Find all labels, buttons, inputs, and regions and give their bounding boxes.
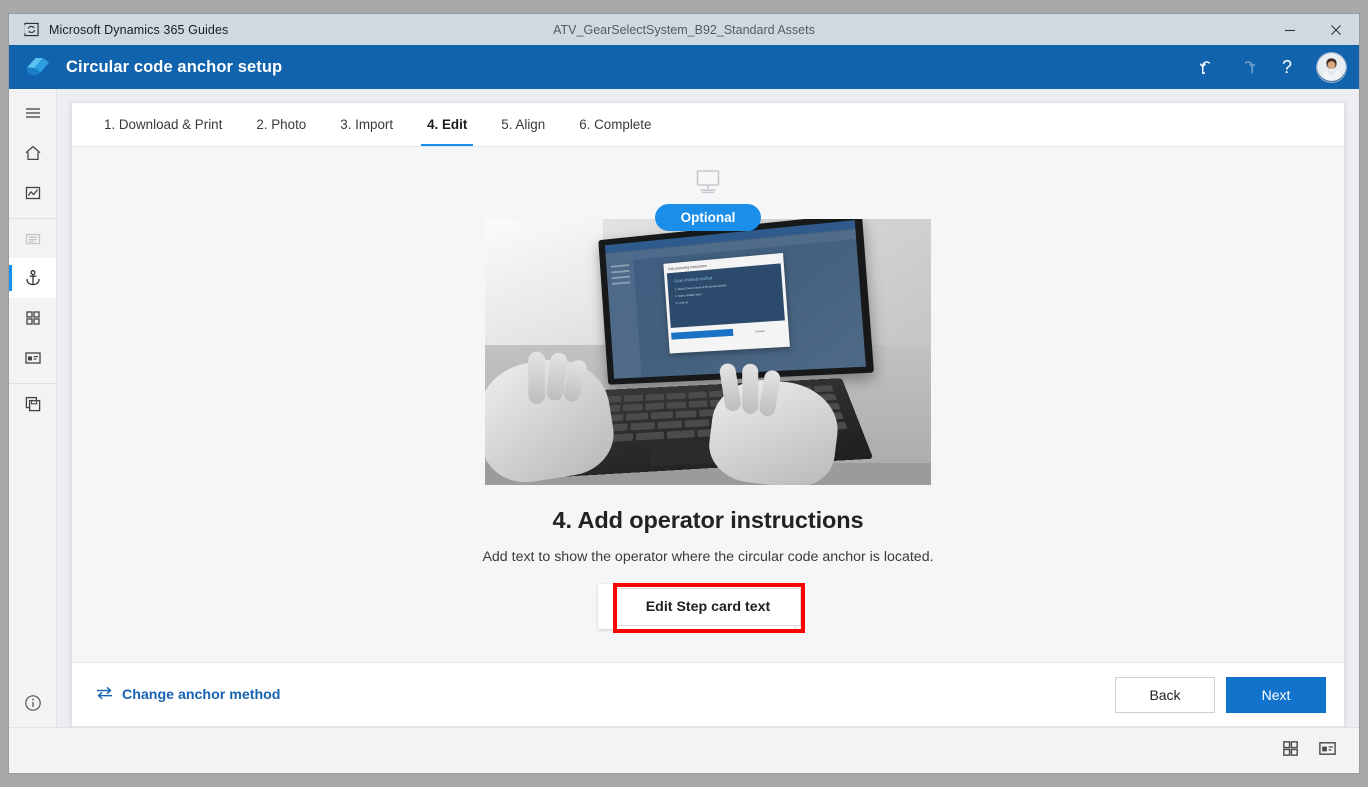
rail-spacer bbox=[9, 423, 56, 679]
tab-label: 1. Download & Print bbox=[104, 117, 223, 132]
edit-step-card-text-button[interactable]: Edit Step card text bbox=[614, 588, 802, 626]
change-anchor-method-link[interactable]: Change anchor method bbox=[96, 686, 280, 704]
setup-wizard-card: 1. Download & Print 2. Photo 3. Import 4… bbox=[71, 102, 1345, 727]
tab-label: 2. Photo bbox=[256, 117, 307, 132]
status-bar bbox=[9, 727, 1359, 773]
illustration-photo: Edit anchoring instructions Scan Printed… bbox=[485, 219, 931, 485]
mock-dialog-cancel-button: Cancel bbox=[754, 328, 765, 333]
tab-align[interactable]: 5. Align bbox=[491, 103, 555, 146]
mock-dialog-body: Scan Printed Anchor 1. Stand 2 feet in f… bbox=[666, 263, 785, 328]
tab-label: 4. Edit bbox=[427, 117, 468, 132]
wizard-footer: Change anchor method Back Next bbox=[72, 662, 1344, 726]
tab-label: 5. Align bbox=[501, 117, 546, 132]
close-button[interactable] bbox=[1313, 14, 1359, 45]
card-view-icon[interactable] bbox=[1318, 739, 1337, 763]
analytics-icon[interactable] bbox=[9, 173, 56, 213]
back-button[interactable]: Back bbox=[1115, 676, 1215, 713]
window-controls bbox=[1267, 14, 1359, 45]
help-icon[interactable]: ? bbox=[1268, 48, 1306, 86]
dynamics-guides-app-icon bbox=[23, 21, 40, 38]
tab-label: 6. Complete bbox=[579, 117, 652, 132]
mock-app-rail bbox=[606, 259, 642, 379]
cta-group: Edit Step card text bbox=[597, 583, 805, 633]
mock-dialog-actions: Cancel bbox=[671, 325, 786, 340]
mock-dialog: Edit anchoring instructions Scan Printed… bbox=[663, 252, 790, 354]
page-title: Circular code anchor setup bbox=[66, 57, 283, 76]
optional-badge-group: Optional bbox=[654, 169, 762, 231]
tab-label: 3. Import bbox=[340, 117, 394, 132]
content-area: 1. Download & Print 2. Photo 3. Import 4… bbox=[57, 89, 1359, 727]
undo-icon[interactable] bbox=[1188, 48, 1226, 86]
wizard-step-content: Optional Edit anchoring instructions Sca… bbox=[72, 147, 1344, 662]
anchor-icon[interactable] bbox=[9, 258, 56, 298]
status-bar-actions bbox=[1281, 739, 1337, 763]
next-button[interactable]: Next bbox=[1226, 676, 1326, 713]
info-icon[interactable] bbox=[9, 679, 56, 727]
media-card-icon[interactable] bbox=[9, 338, 56, 378]
wizard-tabs: 1. Download & Print 2. Photo 3. Import 4… bbox=[72, 103, 1344, 147]
laptop-screen: Edit anchoring instructions Scan Printed… bbox=[598, 219, 875, 385]
hamburger-menu-icon[interactable] bbox=[9, 93, 56, 133]
redo-icon bbox=[1228, 48, 1266, 86]
tab-photo[interactable]: 2. Photo bbox=[246, 103, 316, 146]
user-avatar[interactable] bbox=[1316, 51, 1347, 83]
app-header-bar: Circular code anchor setup ? bbox=[9, 45, 1359, 89]
tab-complete[interactable]: 6. Complete bbox=[569, 103, 661, 146]
minimize-button[interactable] bbox=[1267, 14, 1313, 45]
outline-icon[interactable] bbox=[9, 218, 56, 258]
step-heading: 4. Add operator instructions bbox=[552, 507, 864, 533]
app-name-label: Microsoft Dynamics 365 Guides bbox=[49, 22, 229, 37]
swap-arrows-icon bbox=[96, 686, 113, 704]
laptop-screen-content: Edit anchoring instructions Scan Printed… bbox=[604, 220, 866, 379]
mock-dialog-primary-button bbox=[671, 328, 734, 340]
app-window: Microsoft Dynamics 365 Guides ATV_GearSe… bbox=[9, 14, 1359, 773]
app-body: 1. Download & Print 2. Photo 3. Import 4… bbox=[9, 89, 1359, 727]
app-header-actions: ? bbox=[1188, 48, 1359, 86]
wizard-nav-buttons: Back Next bbox=[1115, 676, 1326, 713]
change-anchor-method-label: Change anchor method bbox=[122, 686, 281, 703]
tab-download-print[interactable]: 1. Download & Print bbox=[94, 103, 232, 146]
grid-view-icon[interactable] bbox=[1281, 739, 1300, 763]
status-badge: Optional bbox=[654, 204, 762, 231]
home-icon[interactable] bbox=[9, 133, 56, 173]
left-navigation-rail bbox=[9, 89, 57, 727]
copy-icon[interactable] bbox=[9, 383, 56, 423]
grid-icon[interactable] bbox=[9, 298, 56, 338]
tab-edit[interactable]: 4. Edit bbox=[417, 103, 477, 146]
tab-import[interactable]: 3. Import bbox=[330, 103, 403, 146]
guides-logo bbox=[23, 52, 53, 82]
desktop-monitor-icon bbox=[693, 169, 723, 200]
step-description: Add text to show the operator where the … bbox=[482, 549, 934, 565]
title-bar: Microsoft Dynamics 365 Guides ATV_GearSe… bbox=[9, 14, 1359, 45]
